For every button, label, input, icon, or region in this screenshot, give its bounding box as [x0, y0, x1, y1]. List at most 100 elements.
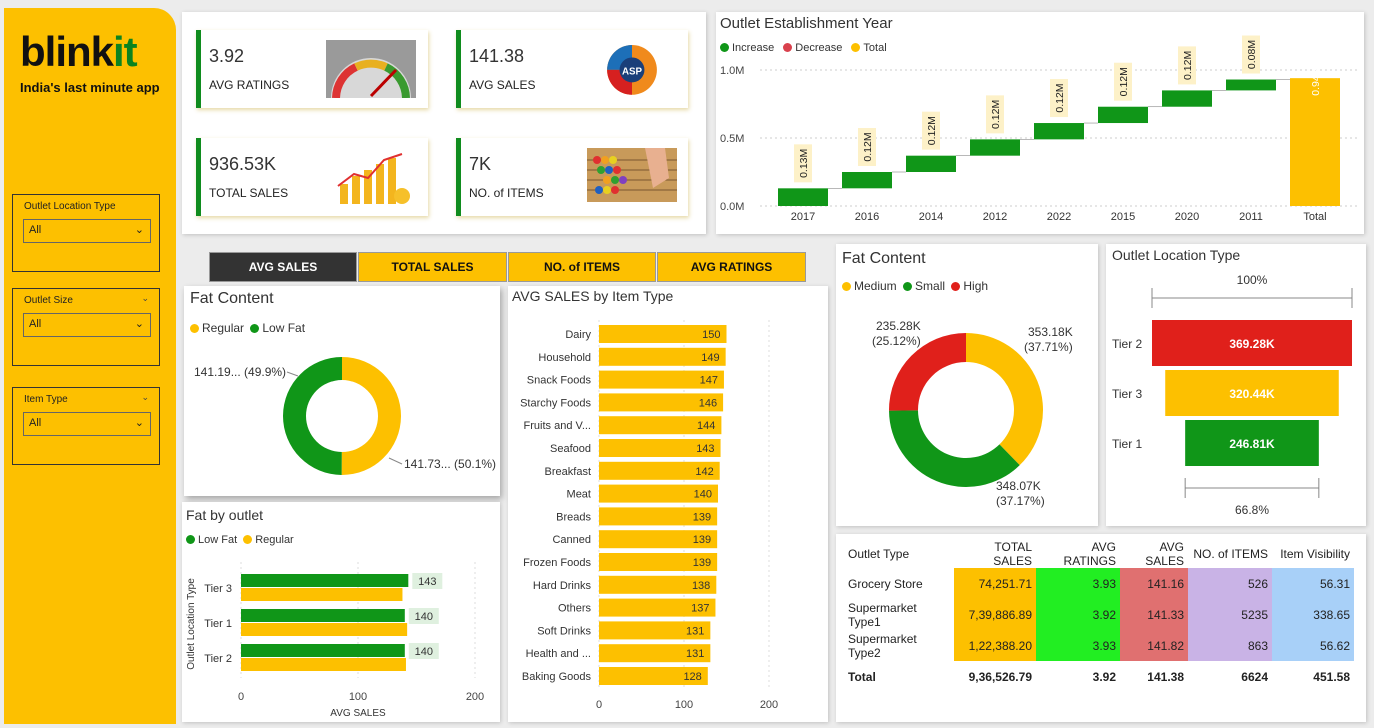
x-tick-label: 2016	[855, 211, 879, 223]
blinkit-logo: blinkit	[20, 28, 138, 75]
data-label: 0.12M	[862, 132, 874, 161]
x-tick-label: 2020	[1175, 211, 1199, 223]
category-label: Seafood	[550, 443, 591, 455]
data-label: 144	[697, 420, 715, 432]
kpi-label: AVG SALES	[469, 78, 536, 92]
cell-total-sales: 9,36,526.79	[968, 669, 1032, 684]
col-header[interactable]: Item Visibility	[1272, 540, 1354, 568]
data-label: 131	[686, 625, 704, 637]
chevron-down-icon[interactable]: ⌄	[141, 293, 149, 304]
abacus-image	[587, 148, 677, 202]
cell-outlet-type: Supermarket Type1	[848, 600, 917, 629]
cell-item-visibility: 56.62	[1272, 630, 1354, 661]
category-label: Others	[558, 603, 592, 615]
table-total-row: Total 9,36,526.79 3.92 141.38 6624 451.5…	[844, 661, 1354, 692]
data-label: 0.12M	[1118, 67, 1130, 96]
tab-avg-sales[interactable]: AVG SALES	[209, 252, 357, 282]
chevron-down-icon: ⌄	[134, 318, 144, 330]
tab-total-sales[interactable]: TOTAL SALES	[358, 252, 507, 282]
data-label: 139	[693, 557, 711, 569]
outlet-location-panel: Outlet Location Type 100% 369.28K Tier 2 32…	[1106, 244, 1366, 526]
x-tick-label: 2022	[1047, 211, 1071, 223]
data-label: 146	[699, 397, 717, 409]
data-label: 0.12M	[1182, 51, 1194, 80]
kpi-label: AVG RATINGS	[209, 78, 290, 92]
data-label: 0.12M	[1054, 83, 1066, 112]
data-label: 0.94M	[1310, 67, 1322, 96]
category-label: Health and ...	[526, 648, 591, 660]
tab-no-of-items[interactable]: NO. of ITEMS	[508, 252, 656, 282]
data-label: 246.81K	[1229, 437, 1275, 451]
category-label: Tier 1	[204, 618, 232, 630]
tab-avg-ratings[interactable]: AVG RATINGS	[657, 252, 806, 282]
x-tick-label: 0	[238, 691, 244, 703]
item-type-chart: 0 100 200 150 Dairy 149 Household 147 Snack Food…	[520, 320, 778, 711]
slicer-outlet-location-type: Outlet Location Type All ⌄	[12, 194, 160, 272]
waterfall-chart: 1.0M 0.5M 0.0M 0.13M 2017 0.12M 2016 0.12M 2014 0…	[720, 35, 1360, 223]
category-label: Tier 1	[1112, 437, 1143, 451]
table-row[interactable]: Supermarket Type2 1,22,388.20 3.93 141.8…	[844, 630, 1354, 661]
category-label: Breads	[556, 511, 591, 523]
slice-label: (37.71%)	[1024, 340, 1073, 354]
kpi-card-avg-ratings: 3.92 AVG RATINGS	[196, 30, 428, 108]
col-header[interactable]: TOTAL SALES	[954, 540, 1036, 568]
item-type-dropdown[interactable]: All ⌄	[23, 412, 151, 436]
top-percent-label: 100%	[1237, 273, 1268, 287]
slice-label: 348.07K	[996, 479, 1041, 493]
category-label: Soft Drinks	[537, 625, 591, 637]
x-tick-label: 2012	[983, 211, 1007, 223]
fat-content-large-panel: Fat Content Medium Small High 235.28K (25…	[836, 244, 1098, 526]
category-label: Hard Drinks	[533, 580, 592, 592]
col-header[interactable]: AVG SALES	[1120, 540, 1188, 568]
cell-outlet-type: Grocery Store	[848, 576, 923, 591]
col-header[interactable]: Outlet Type	[844, 540, 954, 568]
slice-label: 141.73... (50.1%)	[404, 457, 496, 471]
item-type-panel: AVG SALES by Item Type 0 100 200 150 Dairy 14…	[508, 286, 828, 722]
col-header[interactable]: NO. of ITEMS	[1188, 540, 1272, 568]
cell-avg-sales: 141.16	[1120, 568, 1188, 599]
x-tick-label: 2017	[791, 211, 815, 223]
fat-content-donut: 141.19... (49.9%) 141.73... (50.1%)	[194, 357, 496, 475]
chevron-down-icon[interactable]: ⌄	[141, 392, 149, 403]
data-label: 320.44K	[1229, 387, 1275, 401]
x-tick-label: 2014	[919, 211, 943, 223]
table-row[interactable]: Grocery Store 74,251.71 3.93 141.16 526 …	[844, 568, 1354, 599]
category-label: Tier 2	[1112, 337, 1143, 351]
chevron-down-icon: ⌄	[134, 224, 144, 236]
waterfall-bar	[1098, 106, 1148, 124]
cell-item-visibility: 451.58	[1313, 669, 1350, 684]
dropdown-value: All	[29, 417, 42, 429]
kpi-card-total-sales: 936.53K TOTAL SALES	[196, 138, 428, 216]
fat-by-outlet-panel: Fat by outlet Low Fat Regular 0 100 200 AVG…	[182, 502, 500, 722]
donut-slice	[341, 357, 402, 475]
fat-content-donut-panel: Fat Content Regular Low Fat 141.19... (4…	[184, 286, 500, 496]
slicer-outlet-size: Outlet Size ⌄ All ⌄	[12, 288, 160, 366]
slicer-item-type: Item Type ⌄ All ⌄	[12, 387, 160, 465]
outlet-location-type-dropdown[interactable]: All ⌄	[23, 219, 151, 243]
x-tick-label: 2011	[1239, 211, 1263, 223]
x-tick-label: 200	[760, 699, 778, 711]
data-label: 369.28K	[1229, 337, 1275, 351]
category-label: Tier 3	[1112, 387, 1143, 401]
waterfall-bar	[1290, 78, 1340, 206]
waterfall-panel: Outlet Establishment Year Increase Decre…	[716, 12, 1364, 234]
col-header[interactable]: AVG RATINGS	[1036, 540, 1120, 568]
kpi-card-no-of-items: 7K NO. of ITEMS	[456, 138, 688, 216]
cell-avg-ratings: 3.93	[1036, 568, 1120, 599]
data-label: 142	[695, 466, 713, 478]
table-row[interactable]: Supermarket Type1 7,39,886.89 3.92 141.3…	[844, 599, 1354, 630]
x-tick-label: 100	[349, 691, 367, 703]
data-label: 147	[700, 375, 718, 387]
category-label: Tier 2	[204, 653, 232, 665]
cell-avg-ratings: 3.93	[1036, 630, 1120, 661]
slice-label: 353.18K	[1028, 325, 1073, 339]
data-label: 140	[415, 646, 433, 658]
kpi-label: TOTAL SALES	[209, 186, 289, 200]
y-tick-label: 0.5M	[720, 133, 744, 145]
outlet-size-dropdown[interactable]: All ⌄	[23, 313, 151, 337]
cell-avg-sales: 141.38	[1147, 669, 1184, 684]
data-label: 143	[696, 443, 714, 455]
kpi-value: 7K	[469, 154, 492, 174]
cell-total-sales: 1,22,388.20	[954, 630, 1036, 661]
y-axis-title: Outlet Location Type	[186, 578, 197, 670]
